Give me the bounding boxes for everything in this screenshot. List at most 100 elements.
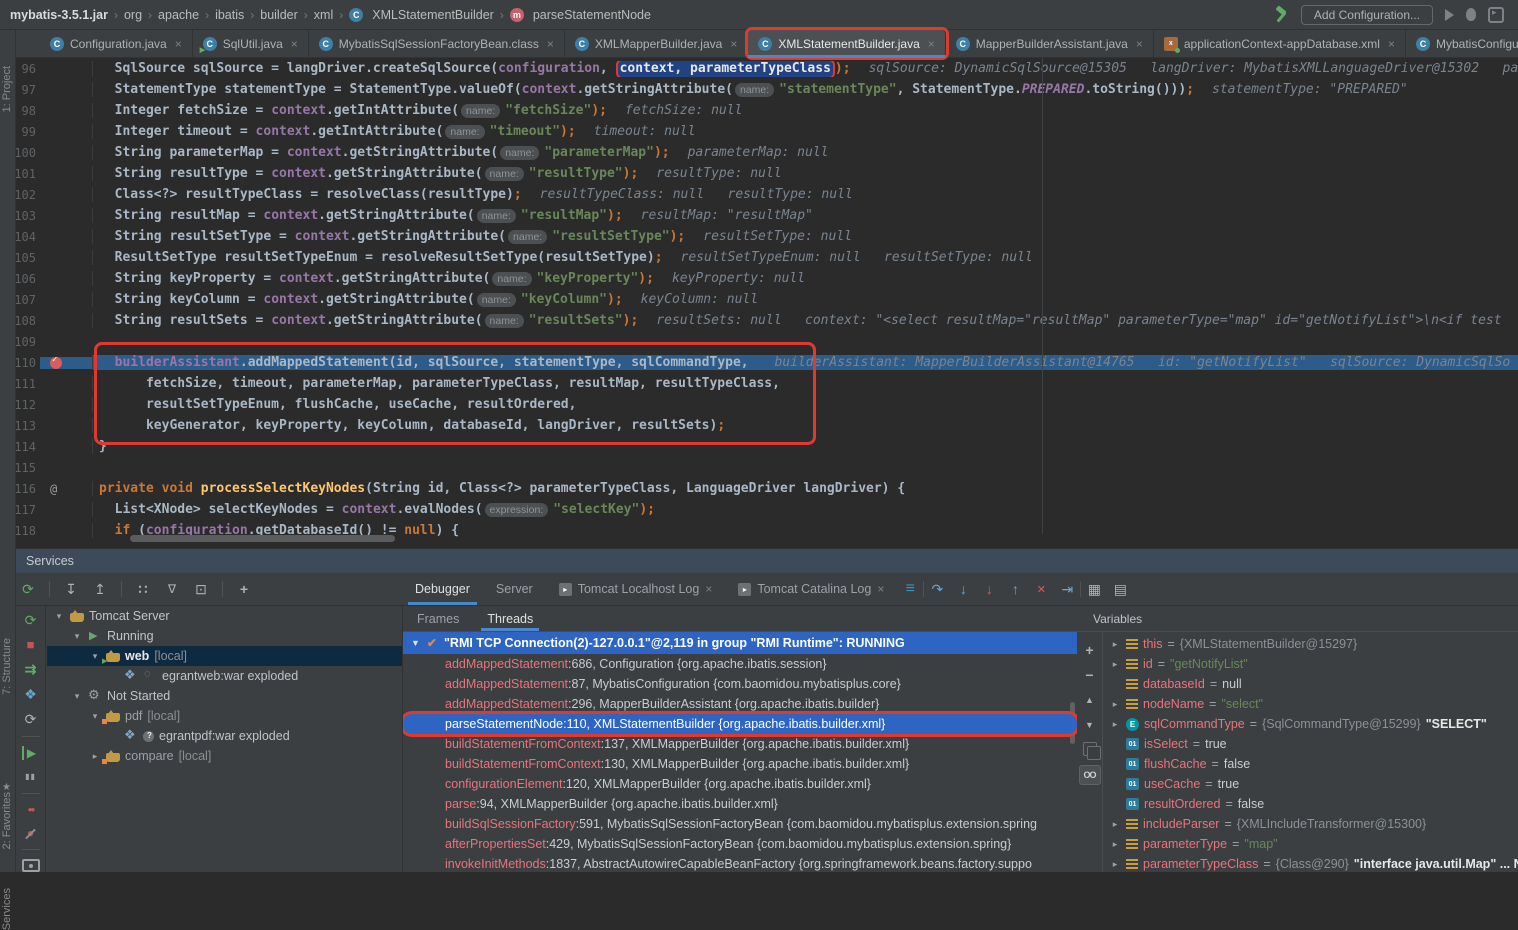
tab-close-icon[interactable]: × bbox=[291, 37, 298, 51]
down-icon[interactable] bbox=[1082, 717, 1098, 733]
editor-tab[interactable]: xapplicationContext-appDatabase.xml× bbox=[1154, 30, 1406, 57]
update-icon[interactable] bbox=[23, 686, 39, 702]
debugger-tab-tomcat-catalina-log[interactable]: ▸Tomcat Catalina Log× bbox=[725, 573, 897, 605]
variable-row[interactable]: ▸parameterTypeClass = {Class@290} "inter… bbox=[1103, 854, 1518, 872]
frame-row[interactable]: invokeInitMethods:1837, AbstractAutowire… bbox=[403, 854, 1077, 872]
breadcrumb-item[interactable]: parseStatementNode bbox=[533, 8, 651, 22]
collapse-all-icon[interactable] bbox=[92, 581, 108, 597]
tree-chevron-icon[interactable]: ▾ bbox=[71, 631, 83, 642]
editor-tab[interactable]: CXMLMapperBuilder.java× bbox=[565, 30, 748, 57]
refresh-icon[interactable] bbox=[23, 711, 39, 727]
step-out-icon[interactable] bbox=[1007, 581, 1023, 597]
tree-chevron-icon[interactable]: ▾ bbox=[89, 651, 101, 662]
code-line[interactable]: 107 String keyColumn = context.getString… bbox=[0, 289, 1518, 310]
variable-row[interactable]: ▸EsqlCommandType = {SqlCommandType@15299… bbox=[1103, 714, 1518, 734]
code-line[interactable]: 100 String parameterMap = context.getStr… bbox=[0, 142, 1518, 163]
variable-row[interactable]: ▸parameterType = "map" bbox=[1103, 834, 1518, 854]
frame-row[interactable]: parse:94, XMLMapperBuilder {org.apache.i… bbox=[403, 794, 1077, 814]
debug-icon[interactable] bbox=[1466, 8, 1476, 21]
stop-icon[interactable] bbox=[23, 637, 39, 652]
watch-icon[interactable] bbox=[1079, 765, 1101, 785]
variable-row[interactable]: ▸id = "getNotifyList" bbox=[1103, 654, 1518, 674]
drop-frame-icon[interactable] bbox=[1033, 581, 1049, 597]
editor-horizontal-scrollbar[interactable] bbox=[130, 535, 395, 542]
tab-close-icon[interactable]: × bbox=[1136, 37, 1143, 51]
frame-row[interactable]: buildStatementFromContext:137, XMLMapper… bbox=[403, 734, 1077, 754]
tab-close-icon[interactable]: × bbox=[705, 582, 712, 596]
tab-close-icon[interactable]: × bbox=[730, 37, 737, 51]
frame-row[interactable]: addMappedStatement:87, MybatisConfigurat… bbox=[403, 674, 1077, 694]
variable-chevron-icon[interactable]: ▸ bbox=[1109, 719, 1121, 730]
frame-row[interactable]: buildSqlSessionFactory:591, MybatisSqlSe… bbox=[403, 814, 1077, 834]
breadcrumb-item[interactable]: XMLStatementBuilder bbox=[372, 8, 494, 22]
code-line[interactable]: 103 String resultMap = context.getString… bbox=[0, 205, 1518, 226]
code-line[interactable]: 109 bbox=[0, 331, 1518, 352]
rerun-icon[interactable] bbox=[23, 612, 39, 628]
mute-icon[interactable] bbox=[23, 826, 39, 840]
layout-settings-icon[interactable] bbox=[1112, 581, 1128, 597]
minus-icon[interactable] bbox=[1082, 667, 1098, 683]
filter-icon[interactable] bbox=[164, 581, 180, 597]
stripe-structure-label[interactable]: 7: Structure bbox=[1, 638, 13, 695]
stripe-project-label[interactable]: 1: Project bbox=[1, 66, 13, 112]
services-panel-header[interactable]: Services bbox=[0, 548, 1518, 573]
run-to-cursor-icon[interactable] bbox=[1059, 581, 1075, 597]
tab-close-icon[interactable]: × bbox=[547, 37, 554, 51]
evaluate-icon[interactable] bbox=[1086, 581, 1102, 597]
code-line[interactable]: 98 Integer fetchSize = context.getIntAtt… bbox=[0, 100, 1518, 121]
variable-row[interactable]: ▸includeParser = {XMLIncludeTransformer@… bbox=[1103, 814, 1518, 834]
camera-icon[interactable] bbox=[22, 859, 40, 872]
variable-row[interactable]: 01isSelect = true bbox=[1103, 734, 1518, 754]
tree-chevron-icon[interactable]: ▾ bbox=[89, 711, 101, 722]
breadcrumb-item[interactable]: xml bbox=[314, 8, 333, 22]
editor-tab[interactable]: CMybatisConfiguration.class× bbox=[1406, 30, 1518, 57]
thread-row[interactable]: ▼ ✔ "RMI TCP Connection(2)-127.0.0.1"@2,… bbox=[403, 632, 1077, 654]
tab-close-icon[interactable]: × bbox=[928, 37, 935, 51]
preview-icon[interactable] bbox=[193, 581, 209, 597]
tree-chevron-icon[interactable]: ▸ bbox=[89, 751, 101, 762]
step-over-icon[interactable] bbox=[929, 581, 945, 597]
tab-close-icon[interactable]: × bbox=[877, 582, 884, 596]
tree-row[interactable]: ▸compare [local] bbox=[47, 746, 402, 766]
code-line[interactable]: 114} bbox=[0, 436, 1518, 457]
variable-row[interactable]: 01flushCache = false bbox=[1103, 754, 1518, 774]
resume-icon[interactable] bbox=[22, 746, 40, 760]
breadcrumb-item[interactable]: builder bbox=[260, 8, 298, 22]
tree-row[interactable]: ▾Tomcat Server bbox=[47, 606, 402, 626]
code-line[interactable]: 108 String resultSets = context.getStrin… bbox=[0, 310, 1518, 331]
override-marker-icon[interactable]: @ bbox=[50, 482, 57, 496]
variable-row[interactable]: databaseId = null bbox=[1103, 674, 1518, 694]
variable-chevron-icon[interactable]: ▸ bbox=[1109, 859, 1121, 870]
variable-chevron-icon[interactable]: ▸ bbox=[1109, 699, 1121, 710]
code-editor[interactable]: 96 SqlSource sqlSource = langDriver.crea… bbox=[0, 58, 1518, 548]
plus-icon[interactable] bbox=[1082, 642, 1098, 658]
run-icon[interactable] bbox=[1445, 9, 1454, 21]
code-line[interactable]: 110 builderAssistant.addMappedStatement(… bbox=[0, 352, 1518, 373]
frame-row[interactable]: parseStatementNode:110, XMLStatementBuil… bbox=[403, 714, 1077, 734]
breakpoint-icon[interactable] bbox=[50, 357, 62, 369]
tab-close-icon[interactable]: × bbox=[175, 37, 182, 51]
breadcrumb-item[interactable]: ibatis bbox=[215, 8, 244, 22]
breadcrumb[interactable]: mybatis-3.5.1.jar›org›apache›ibatis›buil… bbox=[0, 8, 651, 22]
code-line[interactable]: 97 StatementType statementType = Stateme… bbox=[0, 79, 1518, 100]
frame-row[interactable]: afterPropertiesSet:429, MybatisSqlSessio… bbox=[403, 834, 1077, 854]
stripe-services-label[interactable]: Services bbox=[1, 888, 13, 930]
code-line[interactable]: 106 String keyProperty = context.getStri… bbox=[0, 268, 1518, 289]
breadcrumb-item[interactable]: org bbox=[124, 8, 142, 22]
variable-row[interactable]: ▸this = {XMLStatementBuilder@15297} bbox=[1103, 634, 1518, 654]
tree-row[interactable]: egrantpdf:war exploded bbox=[47, 726, 402, 746]
chevron-down-icon[interactable]: ▼ bbox=[411, 638, 420, 648]
code-line[interactable]: 112 resultSetTypeEnum, flushCache, useCa… bbox=[0, 394, 1518, 415]
tab-frames[interactable]: Frames bbox=[403, 606, 473, 631]
editor-tab[interactable]: CMybatisSqlSessionFactoryBean.class× bbox=[309, 30, 565, 57]
build-hammer-icon[interactable] bbox=[1273, 7, 1289, 23]
code-line[interactable]: 105 ResultSetType resultSetTypeEnum = re… bbox=[0, 247, 1518, 268]
frame-row[interactable]: addMappedStatement:686, Configuration {o… bbox=[403, 654, 1077, 674]
code-line[interactable]: 117 List<XNode> selectKeyNodes = context… bbox=[0, 499, 1518, 520]
tree-row[interactable]: ▾Not Started bbox=[47, 686, 402, 706]
code-line[interactable]: 96 SqlSource sqlSource = langDriver.crea… bbox=[0, 58, 1518, 79]
breadcrumb-item[interactable]: mybatis-3.5.1.jar bbox=[10, 8, 108, 22]
step-into-icon[interactable] bbox=[955, 581, 971, 597]
tree-row[interactable]: ▾Running bbox=[47, 626, 402, 646]
code-line[interactable]: 116@private void processSelectKeyNodes(S… bbox=[0, 478, 1518, 499]
